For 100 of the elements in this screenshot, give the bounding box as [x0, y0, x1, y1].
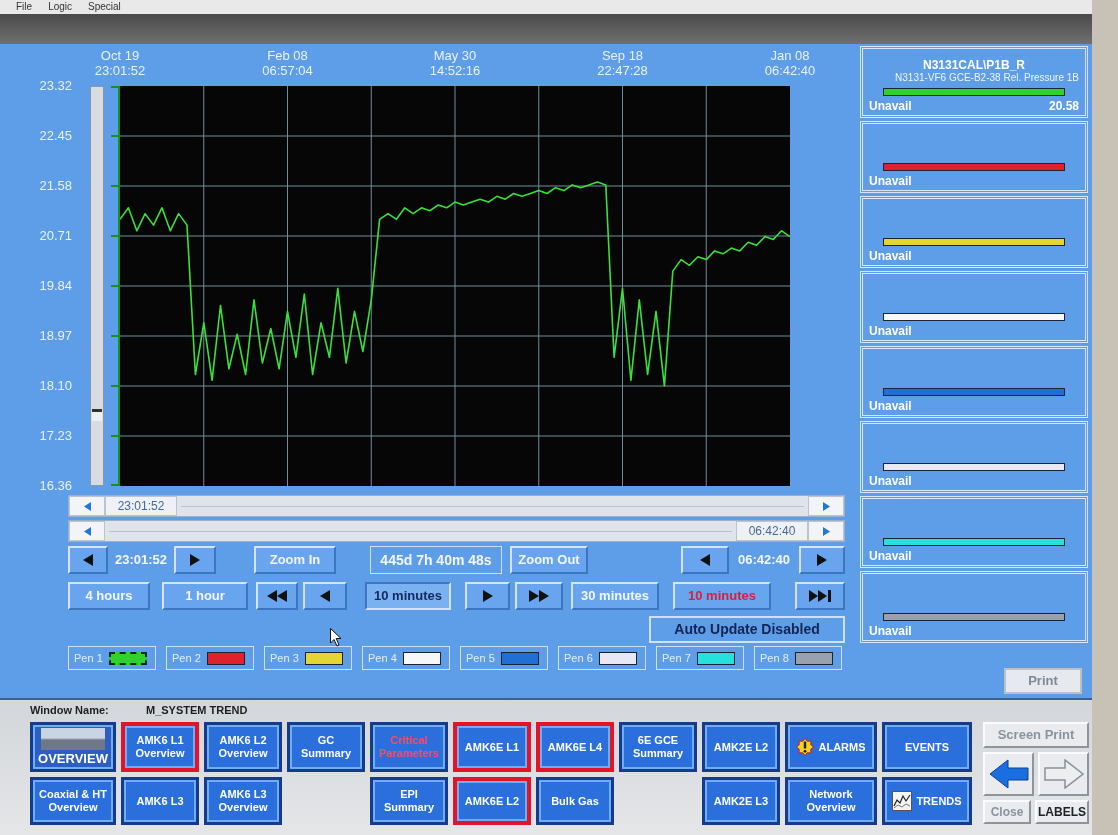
status-text: Unavail — [869, 399, 912, 413]
scroll-left-button[interactable] — [69, 496, 105, 516]
pen-button[interactable]: Pen 6 — [558, 646, 646, 670]
triangle-right-icon — [190, 554, 200, 566]
menu-item[interactable]: Logic — [48, 0, 73, 14]
menu-item[interactable]: Special — [88, 0, 121, 14]
scroll-left-button[interactable] — [69, 521, 105, 541]
time-axis-label: Feb 08 06:57:04 — [261, 48, 314, 78]
nav-button[interactable]: AMK2E L3 — [702, 777, 780, 825]
pen-button[interactable]: Pen 2 — [166, 646, 254, 670]
nav-button[interactable]: Bulk Gas — [536, 777, 614, 825]
status-text: Unavail — [869, 324, 912, 338]
nav-button[interactable]: AMK6 L3 — [121, 777, 199, 825]
y-axis-label: 19.84 — [39, 278, 72, 294]
menu-item[interactable]: File — [16, 0, 33, 14]
pen-button[interactable]: Pen 4 — [362, 646, 450, 670]
status-text: Unavail — [869, 99, 912, 113]
window-name-label: Window Name: — [30, 703, 110, 718]
time-axis-label: Sep 18 22:47:28 — [596, 48, 649, 78]
time-axis-label: Oct 19 23:01:52 — [93, 48, 147, 78]
status-text: Unavail — [869, 624, 912, 638]
pen-button[interactable]: Pen 8 — [754, 646, 842, 670]
step-forward-button[interactable] — [174, 546, 216, 574]
time-axis-label: Jan 08 06:42:40 — [763, 48, 817, 78]
nav-button[interactable]: AMK6E L2 — [453, 777, 531, 825]
skip-to-end-icon — [809, 590, 831, 602]
time-step-button[interactable]: 10 minutes — [365, 582, 451, 610]
nav-button[interactable]: AMK6E L1 — [453, 722, 531, 772]
scroll-right-button[interactable] — [808, 521, 844, 541]
triangle-right-icon — [482, 590, 493, 602]
horizontal-scrollbar[interactable]: 06:42:40 — [68, 520, 845, 542]
y-axis-label: 20.71 — [39, 228, 72, 244]
trend-chart-icon — [892, 791, 913, 811]
nav-button[interactable]: AMK6E L4 — [536, 722, 614, 772]
y-axis-label: 22.45 — [39, 128, 72, 144]
labels-button[interactable]: LABELS — [1035, 800, 1089, 824]
step-forward-button[interactable] — [799, 546, 845, 574]
scrollbar-thumb[interactable] — [92, 409, 102, 421]
triangle-left-icon — [83, 526, 91, 536]
window-name-value: M_SYSTEM TREND — [146, 703, 248, 718]
horizontal-scrollbar[interactable]: 23:01:52 — [68, 495, 845, 517]
double-triangle-right-icon — [529, 590, 549, 602]
vertical-scrollbar[interactable] — [90, 86, 104, 486]
back-button[interactable] — [983, 752, 1034, 796]
nav-button[interactable]: Network Overview — [785, 777, 877, 825]
tag-name-text: N3131CAL\P1B_R — [921, 58, 1026, 72]
step-forward-button[interactable] — [465, 582, 510, 610]
y-axis-label: 18.10 — [39, 378, 72, 394]
status-text: Unavail — [869, 549, 912, 563]
status-text: Unavail — [869, 474, 912, 488]
pen-button[interactable]: Pen 3 — [264, 646, 352, 670]
step-back-button[interactable] — [303, 582, 347, 610]
triangle-left-icon — [320, 590, 330, 602]
step-back-button[interactable] — [68, 546, 108, 574]
value-text: 20.58 — [1048, 99, 1079, 113]
step-back-button[interactable] — [681, 546, 729, 574]
pen-button[interactable]: Pen 7 — [656, 646, 744, 670]
alarm-burst-icon — [796, 738, 815, 756]
nav-button[interactable]: AMK2E L2 — [702, 722, 780, 772]
nav-button[interactable]: TRENDS — [882, 777, 972, 825]
nav-button[interactable]: ALARMS — [785, 722, 877, 772]
y-axis-label: 21.58 — [39, 178, 72, 194]
fast-forward-button[interactable] — [515, 582, 563, 610]
nav-button[interactable]: Coaxial & HT Overview — [30, 777, 116, 825]
forward-button[interactable] — [1038, 752, 1089, 796]
time-span-display: 445d 7h 40m 48s — [370, 546, 502, 574]
fast-back-button[interactable] — [256, 582, 298, 610]
time-step-button[interactable]: 4 hours — [68, 582, 150, 610]
tag-description-text: N3131-VF6 GCE-B2-38 Rel. Pressure 1B — [894, 72, 1079, 84]
triangle-right-icon — [822, 526, 830, 536]
skip-to-end-button[interactable] — [795, 582, 845, 610]
scroll-right-button[interactable] — [808, 496, 844, 516]
zoom-in-button[interactable]: Zoom In — [254, 546, 336, 574]
time-step-button[interactable]: 30 minutes — [571, 582, 659, 610]
nav-button[interactable]: EVENTS — [882, 722, 972, 772]
time-axis-label: May 30 14:52:16 — [428, 48, 482, 78]
y-axis-label: 23.32 — [39, 78, 72, 94]
nav-button[interactable]: OVERVIEW — [30, 722, 116, 772]
triangle-left-icon — [700, 554, 710, 566]
nav-button[interactable]: AMK6 L3 Overview — [204, 777, 282, 825]
end-time-text: 06:42:40 — [736, 551, 791, 570]
nav-button[interactable]: 6E GCE Summary — [619, 722, 697, 772]
y-axis-label: 17.23 — [39, 428, 72, 444]
nav-button[interactable]: EPI Summary — [370, 777, 448, 825]
scrollbar-thumb[interactable]: 23:01:52 — [105, 496, 177, 516]
pen-button[interactable]: Pen 5 — [460, 646, 548, 670]
pen-button[interactable]: Pen 1 — [68, 646, 156, 670]
nav-button[interactable]: AMK6 L1 Overview — [121, 722, 199, 772]
nav-button[interactable]: GC Summary — [287, 722, 365, 772]
y-axis-label: 18.97 — [39, 328, 72, 344]
start-time-text: 23:01:52 — [113, 551, 168, 570]
nav-button[interactable]: AMK6 L2 Overview — [204, 722, 282, 772]
y-axis-label: 16.36 — [39, 478, 72, 494]
triangle-left-icon — [83, 554, 93, 566]
double-triangle-left-icon — [267, 590, 287, 602]
triangle-right-icon — [822, 501, 830, 511]
photo-placeholder — [41, 727, 105, 750]
scrollbar-thumb[interactable]: 06:42:40 — [736, 521, 808, 541]
triangle-left-icon — [83, 501, 91, 511]
status-text: Unavail — [869, 174, 912, 188]
